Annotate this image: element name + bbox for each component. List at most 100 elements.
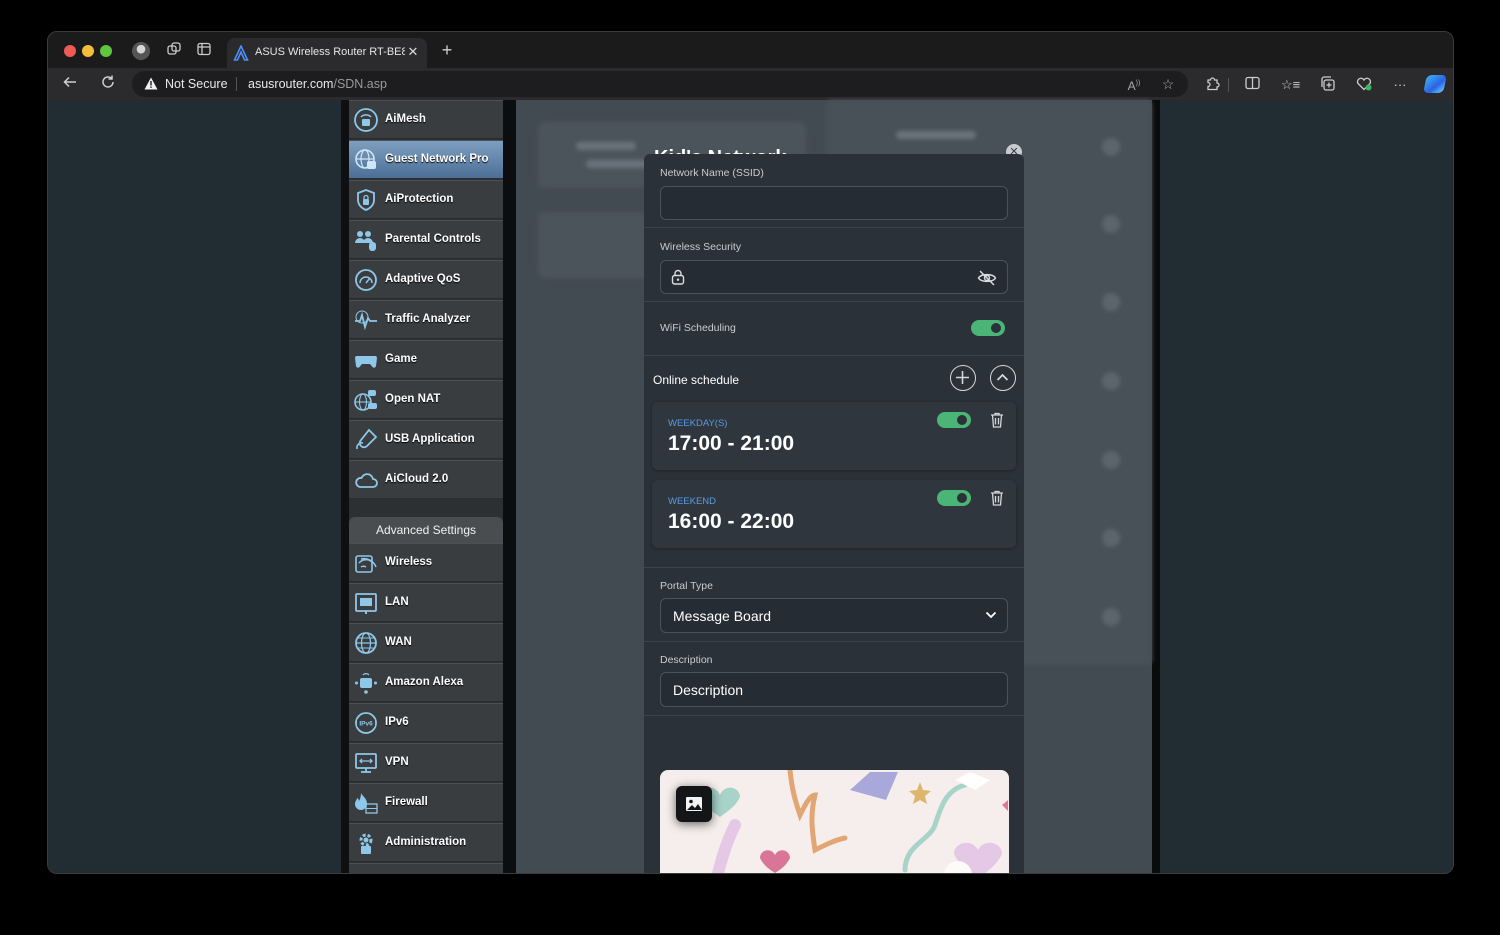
heart-pulse-icon[interactable] [1355,76,1373,94]
tab-bar: ASUS Wireless Router RT-BE8 ✕ + [48,32,1453,68]
eye-off-icon[interactable] [977,269,997,287]
tab-actions-icon[interactable] [195,42,213,60]
schedule-kind: WEEKDAY(S) [668,418,728,429]
sidebar-item-parental-controls[interactable]: Parental Controls [349,220,503,259]
puzzle-icon[interactable] [1203,76,1221,94]
schedule-kind: WEEKEND [668,496,717,507]
browser-tab[interactable]: ASUS Wireless Router RT-BE8 ✕ [227,38,427,68]
ssid-input[interactable] [660,186,1008,220]
sidebar-item-guest-network-pro[interactable]: Guest Network Pro [349,140,503,179]
image-icon [686,797,702,811]
schedule-toggle[interactable] [937,412,971,428]
sidebar-item-aiprotection[interactable]: AiProtection [349,180,503,219]
sidebar-item-traffic-analyzer[interactable]: Traffic Analyzer [349,300,503,339]
add-schedule-button[interactable] [950,365,976,391]
vpn-icon [355,753,377,773]
kids-network-dialog: Network Name (SSID) Wireless Security Wi… [644,154,1024,873]
url-text[interactable]: asusrouter.com/SDN.asp [248,77,387,91]
advanced-settings-header: Advanced Settings [349,517,503,543]
address-bar[interactable]: Not Secure asusrouter.com/SDN.asp A)) ☆ [132,71,1188,97]
menu-label: AiProtection [385,193,454,205]
lock-icon [671,269,685,285]
close-tab-icon[interactable]: ✕ [405,44,421,60]
portal-banner-image [660,770,1009,873]
password-input[interactable] [660,260,1008,294]
toggle-knob [991,323,1001,333]
pulse-icon [355,310,377,331]
online-schedule-section: Online schedule WEEKDAY(S) 17:00 - 21:00… [644,356,1024,568]
blurred-dot [1102,293,1120,311]
sidebar-item-wireless[interactable]: Wireless [349,543,503,582]
star-icon[interactable]: ☆ [1160,76,1176,92]
close-window-button[interactable] [64,45,76,57]
sidebar-item-lan[interactable]: LAN [349,583,503,622]
description-section: Description Description [644,642,1024,716]
description-input[interactable]: Description [660,672,1008,707]
url-path: /SDN.asp [333,77,387,91]
back-button[interactable] [60,74,80,94]
speedometer-icon [355,269,377,291]
workspaces-icon[interactable] [165,42,183,60]
schedule-entry[interactable]: WEEKEND 16:00 - 22:00 [652,480,1016,548]
ssid-section: Network Name (SSID) [644,154,1024,228]
sidebar-item-amazon-alexa[interactable]: Amazon Alexa [349,663,503,702]
reload-button[interactable] [98,74,118,94]
sidebar-item-firewall[interactable]: Firewall [349,783,503,822]
change-image-button[interactable] [676,786,712,822]
sidebar-item-ipv6[interactable]: IPv6 IPv6 [349,703,503,742]
security-label[interactable]: Not Secure [165,77,228,91]
schedule-toggle[interactable] [937,490,971,506]
sidebar-item-open-nat[interactable]: Open NAT [349,380,503,419]
sidebar-item-wan[interactable]: WAN [349,623,503,662]
copilot-icon[interactable] [1423,75,1447,93]
blurred-dot [1102,451,1120,469]
sidebar-item-more[interactable] [349,863,503,873]
menu-label: Guest Network Pro [385,153,489,165]
collapse-schedule-button[interactable] [990,365,1016,391]
favorites-icon[interactable]: ☆≡ [1281,76,1300,94]
portal-type-select[interactable]: Message Board [660,598,1008,633]
sidebar-item-aicloud[interactable]: AiCloud 2.0 [349,460,503,499]
menu-label: VPN [385,756,409,768]
menu-label: Wireless [385,556,433,568]
alexa-icon [355,673,377,694]
description-value: Description [673,682,744,698]
aimesh-icon [354,108,378,132]
toggle-knob [957,493,967,503]
sidebar-item-aimesh[interactable]: AiMesh [349,100,503,139]
portal-type-value: Message Board [673,608,772,624]
sidebar-item-vpn[interactable]: VPN [349,743,503,782]
portal-type-section: Portal Type Message Board [644,568,1024,642]
sidebar-item-administration[interactable]: Administration [349,823,503,862]
menu-label: AiCloud 2.0 [385,473,449,485]
browser-window: ASUS Wireless Router RT-BE8 ✕ + Not Secu… [47,31,1454,874]
blurred-text [576,142,636,150]
security-label: Wireless Security [660,241,742,253]
schedule-entry[interactable]: WEEKDAY(S) 17:00 - 21:00 [652,402,1016,470]
sidebar-item-usb-application[interactable]: USB Application [349,420,503,459]
security-section: Wireless Security [644,228,1024,302]
split-screen-icon[interactable] [1243,76,1261,94]
collections-icon[interactable] [1318,76,1336,94]
tab-title: ASUS Wireless Router RT-BE8 [255,46,405,58]
minimize-window-button[interactable] [82,45,94,57]
menu-label: Game [385,353,417,365]
profile-avatar[interactable] [132,42,150,60]
menu-label: Traffic Analyzer [385,313,471,325]
maximize-window-button[interactable] [100,45,112,57]
trash-icon[interactable] [990,490,1004,506]
url-host: asusrouter.com [248,77,334,91]
more-icon[interactable]: ··· [1391,76,1409,94]
gear-icon [359,833,373,854]
sidebar-item-game[interactable]: Game [349,340,503,379]
online-schedule-label: Online schedule [653,373,740,387]
page-edge-left [341,100,349,873]
trash-icon[interactable] [990,412,1004,428]
wifi-scheduling-toggle[interactable] [971,320,1005,336]
firewall-icon [355,793,378,814]
schedule-time: 16:00 - 22:00 [668,510,795,533]
new-tab-button[interactable]: + [438,41,456,59]
read-aloud-icon[interactable]: A)) [1126,76,1142,93]
toolbar-divider [1228,78,1229,92]
sidebar-item-adaptive-qos[interactable]: Adaptive QoS [349,260,503,299]
